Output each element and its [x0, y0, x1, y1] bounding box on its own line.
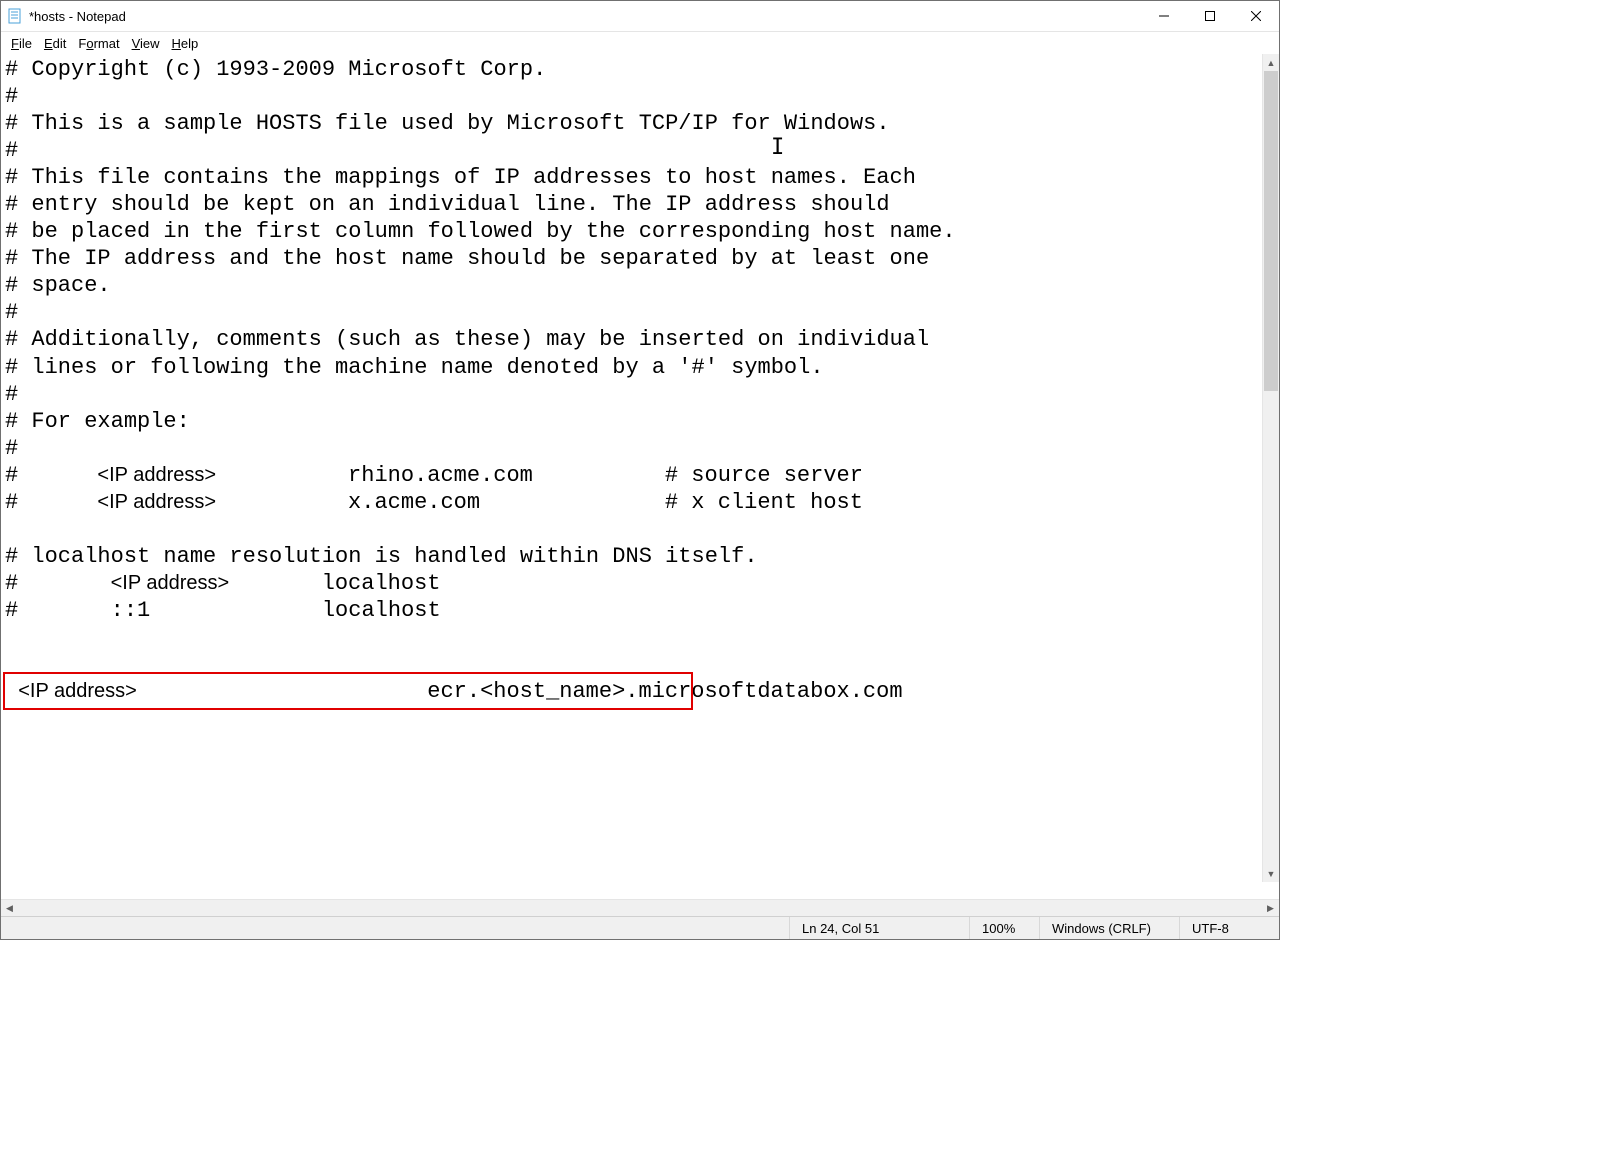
scroll-up-icon[interactable]: ▲ [1263, 54, 1279, 71]
text-line: # [5, 137, 1275, 164]
status-bar: Ln 24, Col 51 100% Windows (CRLF) UTF-8 [1, 916, 1279, 939]
menu-format[interactable]: Format [72, 34, 125, 53]
text-line: # The IP address and the host name shoul… [5, 245, 1275, 272]
close-button[interactable] [1233, 1, 1279, 31]
scroll-thumb[interactable] [1264, 71, 1278, 391]
status-line-ending: Windows (CRLF) [1039, 917, 1179, 939]
text-line: # <IP address> x.acme.com # x client hos… [5, 489, 1275, 516]
minimize-button[interactable] [1141, 1, 1187, 31]
text-line: # Additionally, comments (such as these)… [5, 326, 1275, 353]
title-bar: *hosts - Notepad [1, 1, 1279, 32]
status-spacer [1, 917, 789, 939]
scroll-left-icon[interactable]: ◀ [1, 900, 18, 916]
text-editor[interactable]: # Copyright (c) 1993-2009 Microsoft Corp… [1, 54, 1279, 899]
text-line [5, 624, 1275, 651]
notepad-icon [7, 8, 23, 24]
editor-area: # Copyright (c) 1993-2009 Microsoft Corp… [1, 54, 1279, 899]
text-line: # Copyright (c) 1993-2009 Microsoft Corp… [5, 56, 1275, 83]
window-title: *hosts - Notepad [29, 9, 1141, 24]
text-line: # localhost name resolution is handled w… [5, 543, 1275, 570]
text-line: # This is a sample HOSTS file used by Mi… [5, 110, 1275, 137]
text-line: # [5, 83, 1275, 110]
window-controls [1141, 1, 1279, 31]
text-line: # be placed in the first column followed… [5, 218, 1275, 245]
menu-help[interactable]: Help [166, 34, 205, 53]
maximize-button[interactable] [1187, 1, 1233, 31]
scroll-down-icon[interactable]: ▼ [1263, 865, 1279, 882]
text-line: # [5, 299, 1275, 326]
status-position: Ln 24, Col 51 [789, 917, 969, 939]
menu-view[interactable]: View [126, 34, 166, 53]
text-line: # entry should be kept on an individual … [5, 191, 1275, 218]
text-line [5, 516, 1275, 543]
text-line: # space. [5, 272, 1275, 299]
menu-file[interactable]: File [5, 34, 38, 53]
text-line: # lines or following the machine name de… [5, 354, 1275, 381]
status-zoom: 100% [969, 917, 1039, 939]
text-line: # [5, 381, 1275, 408]
text-line: # <IP address> rhino.acme.com # source s… [5, 462, 1275, 489]
text-line: # For example: [5, 408, 1275, 435]
text-line: # This file contains the mappings of IP … [5, 164, 1275, 191]
text-line: # ::1 localhost [5, 597, 1275, 624]
text-line: # [5, 435, 1275, 462]
text-line [5, 651, 1275, 678]
text-line: # <IP address> localhost [5, 570, 1275, 597]
horizontal-scrollbar[interactable]: ◀ ▶ [1, 899, 1279, 916]
text-line: <IP address> ecr.<host_name>.microsoftda… [5, 678, 1275, 705]
menu-edit[interactable]: Edit [38, 34, 72, 53]
menu-bar: File Edit Format View Help [1, 32, 1279, 54]
vertical-scrollbar[interactable]: ▲ ▼ [1262, 54, 1279, 882]
status-encoding: UTF-8 [1179, 917, 1279, 939]
scroll-right-icon[interactable]: ▶ [1262, 900, 1279, 916]
